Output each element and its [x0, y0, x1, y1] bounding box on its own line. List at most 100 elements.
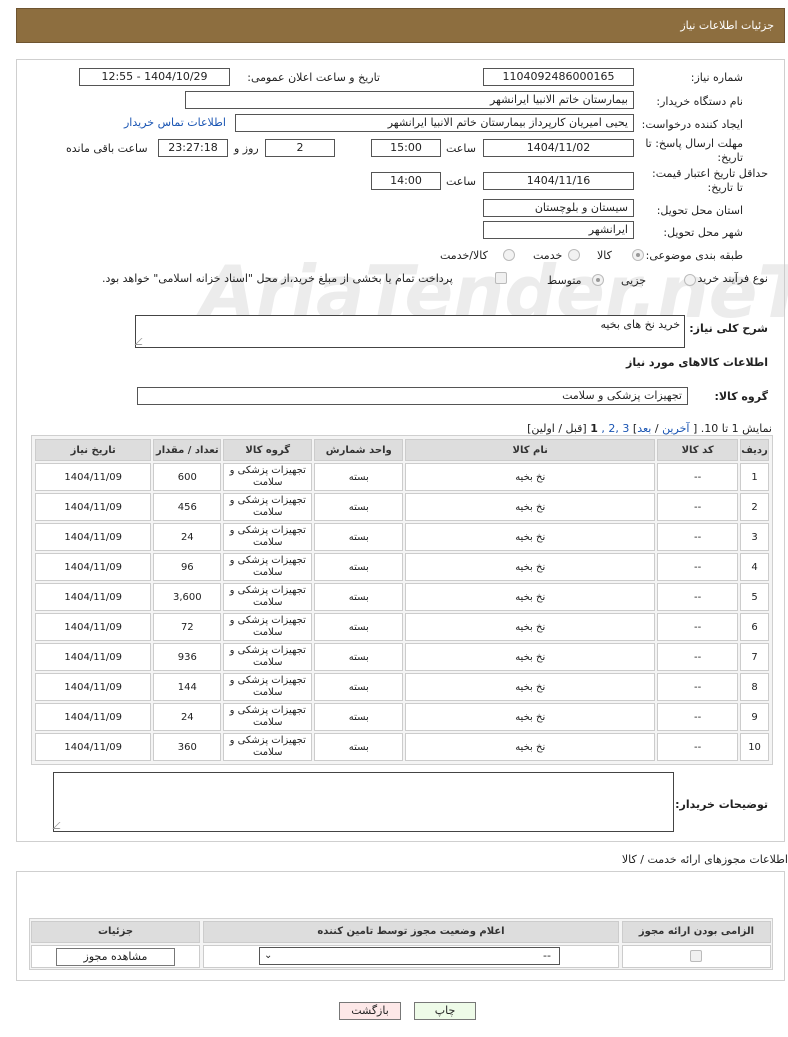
- treasury-checkbox[interactable]: [495, 272, 507, 284]
- table-cell: 5: [740, 583, 769, 611]
- process-medium-label: متوسط: [547, 274, 582, 287]
- table-cell: بسته: [314, 523, 404, 551]
- table-cell: تجهیزات پزشکی و سلامت: [223, 583, 313, 611]
- category-goods-radio[interactable]: [632, 249, 644, 261]
- permits-header-status: اعلام وضعیت مجوز توسط تامین کننده: [203, 921, 619, 943]
- buyer-label: نام دستگاه خریدار:: [656, 95, 743, 108]
- table-cell: نخ بخیه: [405, 553, 656, 581]
- table-cell: 1404/11/09: [35, 703, 152, 731]
- buyer-field[interactable]: بیمارستان خاتم الانبیا ایرانشهر: [185, 91, 634, 109]
- table-cell: --: [657, 613, 739, 641]
- table-cell: 1404/11/09: [35, 553, 152, 581]
- process-partial-radio[interactable]: [684, 274, 696, 286]
- need-number-field[interactable]: 1104092486000165: [483, 68, 634, 86]
- paging-next-link[interactable]: بعد: [637, 422, 651, 435]
- table-cell: 360: [153, 733, 222, 761]
- paging-last-link[interactable]: آخرین: [662, 422, 689, 435]
- days-field[interactable]: 2: [265, 139, 335, 157]
- group-field[interactable]: تجهیزات پزشکی و سلامت: [137, 387, 688, 405]
- table-cell: نخ بخیه: [405, 523, 656, 551]
- price-time-field[interactable]: 14:00: [371, 172, 441, 190]
- creator-field[interactable]: یحیی امیریان کارپرداز بیمارستان خاتم الا…: [235, 114, 634, 132]
- deadline-date-field[interactable]: 1404/11/02: [483, 139, 634, 157]
- description-text: خرید نخ های بخیه: [600, 318, 681, 331]
- table-cell: 1404/11/09: [35, 583, 152, 611]
- permits-header-details-text: جزئیات: [97, 926, 134, 937]
- resize-grip-icon[interactable]: [134, 338, 149, 345]
- table-cell: --: [657, 553, 739, 581]
- back-button[interactable]: بازگشت: [339, 1002, 401, 1020]
- view-permit-button[interactable]: مشاهده مجوز: [56, 948, 175, 966]
- buyer-notes-label: توضیحات خریدار:: [675, 798, 768, 811]
- price-date-field[interactable]: 1404/11/16: [483, 172, 634, 190]
- table-row: 5 -- نخ بخیه بسته تجهیزات پزشکی و سلامت 3,600…: [35, 583, 769, 611]
- buyer-contact-link[interactable]: اطلاعات تماس خریدار: [124, 116, 226, 129]
- permit-required-checkbox[interactable]: [690, 950, 702, 962]
- permits-title: اطلاعات مجوزهای ارائه خدمت / کالا: [621, 853, 788, 866]
- price-validity-label-2: تا تاریخ:: [707, 181, 743, 194]
- table-cell: 1404/11/09: [35, 643, 152, 671]
- buyer-notes-textarea[interactable]: [52, 772, 674, 832]
- goods-table: ردیف کد کالا نام کالا واحد شمارش گروه کالا تع…: [33, 437, 771, 763]
- table-row: 1 -- نخ بخیه بسته تجهیزات پزشکی و سلامت 600 14…: [35, 463, 769, 491]
- watermark: AriaTender.neT: [200, 250, 788, 334]
- table-cell: 456: [153, 493, 222, 521]
- description-textarea[interactable]: خرید نخ های بخیه: [134, 315, 685, 348]
- table-cell: 936: [153, 643, 222, 671]
- table-cell: نخ بخیه: [405, 613, 656, 641]
- permit-status-select[interactable]: -- ⌄: [259, 947, 560, 965]
- deadline-time-field[interactable]: 15:00: [371, 139, 441, 157]
- table-cell: 4: [740, 553, 769, 581]
- table-cell: بسته: [314, 703, 404, 731]
- price-time-label: ساعت: [446, 175, 476, 188]
- category-goods-label: کالا: [597, 249, 612, 262]
- process-label: نوع فرآیند خرید :: [690, 272, 768, 285]
- paging-prefix: نمایش 1 تا 10. [: [692, 422, 772, 435]
- category-service-label: خدمت: [533, 249, 563, 262]
- paging: نمایش 1 تا 10. [ آخرین / بعد] 3 ,2 , 1 […: [527, 422, 772, 435]
- city-field[interactable]: ایرانشهر: [483, 221, 634, 239]
- resize-grip-icon[interactable]: [52, 822, 67, 829]
- table-cell: --: [657, 463, 739, 491]
- table-row: 7 -- نخ بخیه بسته تجهیزات پزشکی و سلامت 936 14…: [35, 643, 769, 671]
- process-medium-radio[interactable]: [592, 274, 604, 286]
- creator-label: ایجاد کننده درخواست:: [641, 118, 743, 131]
- table-cell: 3: [740, 523, 769, 551]
- table-cell: 1404/11/09: [35, 523, 152, 551]
- category-both-radio[interactable]: [503, 249, 515, 261]
- table-cell: 2: [740, 493, 769, 521]
- table-cell: تجهیزات پزشکی و سلامت: [223, 733, 313, 761]
- province-field[interactable]: سیستان و بلوچستان: [483, 199, 634, 217]
- goods-table-header-row: ردیف کد کالا نام کالا واحد شمارش گروه کالا تع…: [35, 439, 769, 461]
- table-row: 2 -- نخ بخیه بسته تجهیزات پزشکی و سلامت 456 14…: [35, 493, 769, 521]
- goods-table-header-cell: نام کالا: [405, 439, 656, 461]
- table-cell: --: [657, 733, 739, 761]
- table-cell: 6: [740, 613, 769, 641]
- days-label: روز و: [234, 142, 259, 155]
- table-cell: بسته: [314, 643, 404, 671]
- remaining-time-field[interactable]: 23:27:18: [158, 139, 228, 157]
- table-cell: نخ بخیه: [405, 493, 656, 521]
- category-label: طبقه بندی موضوعی:: [645, 249, 743, 262]
- page-title: جزئیات اطلاعات نیاز: [680, 19, 774, 32]
- table-cell: 10: [740, 733, 769, 761]
- process-partial-label: جزیی: [621, 274, 647, 287]
- table-cell: --: [657, 493, 739, 521]
- need-number-label: شماره نیاز:: [690, 71, 743, 84]
- price-validity-label-1: حداقل تاریخ اعتبار قیمت:: [652, 167, 768, 180]
- table-cell: بسته: [314, 463, 404, 491]
- table-row: 6 -- نخ بخیه بسته تجهیزات پزشکی و سلامت 72 140…: [35, 613, 769, 641]
- print-button[interactable]: چاپ: [414, 1002, 476, 1020]
- table-cell: --: [657, 703, 739, 731]
- table-cell: --: [657, 583, 739, 611]
- table-cell: 600: [153, 463, 222, 491]
- announce-field[interactable]: 1404/10/29 - 12:55: [79, 68, 230, 86]
- permits-header-status-text: اعلام وضعیت مجوز توسط تامین کننده: [317, 926, 505, 937]
- table-cell: --: [657, 643, 739, 671]
- category-service-radio[interactable]: [568, 249, 580, 261]
- remaining-label: ساعت باقی مانده: [66, 142, 148, 155]
- deadline-label-1: مهلت ارسال پاسخ: تا: [645, 137, 743, 150]
- table-cell: 144: [153, 673, 222, 701]
- paging-page-links[interactable]: 3 ,2 ,: [601, 422, 629, 435]
- table-row: 4 -- نخ بخیه بسته تجهیزات پزشکی و سلامت 96 140…: [35, 553, 769, 581]
